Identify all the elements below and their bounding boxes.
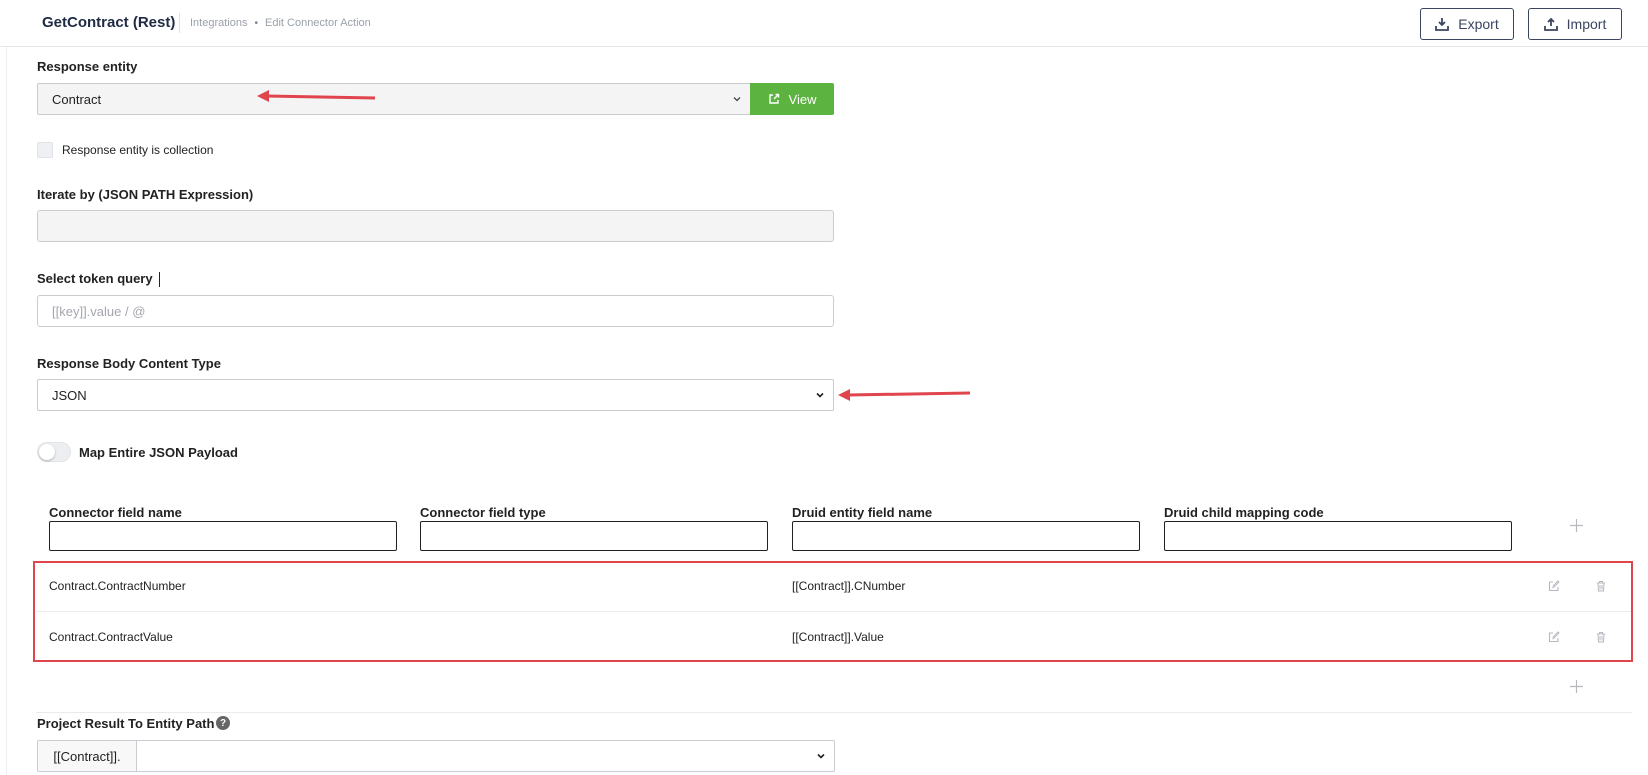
- iterate-by-input[interactable]: [37, 210, 834, 242]
- response-entity-label: Response entity: [37, 59, 138, 74]
- external-link-icon: [768, 93, 779, 104]
- page-header: GetContract (Rest) Integrations • Edit C…: [0, 0, 1648, 47]
- column-header-connector-field-type: Connector field type: [420, 505, 546, 520]
- toggle-knob: [39, 444, 55, 460]
- section-divider: [36, 712, 1632, 713]
- map-payload-label: Map Entire JSON Payload: [79, 445, 238, 460]
- import-label: Import: [1566, 16, 1607, 32]
- breadcrumb: Integrations • Edit Connector Action: [190, 17, 371, 29]
- filter-connector-field-type-input[interactable]: [420, 521, 768, 551]
- filter-druid-entity-field-name-input[interactable]: [792, 521, 1140, 551]
- title-divider: [179, 13, 180, 33]
- text-cursor: [159, 272, 161, 288]
- help-icon[interactable]: ?: [216, 716, 230, 730]
- map-payload-toggle[interactable]: [37, 442, 71, 462]
- response-entity-select[interactable]: Contract: [37, 83, 751, 115]
- content-type-value: JSON: [52, 387, 87, 403]
- page-title: GetContract (Rest): [42, 14, 176, 31]
- export-label: Export: [1458, 16, 1499, 32]
- collection-checkbox[interactable]: [37, 142, 53, 158]
- add-row-plus-icon[interactable]: [1570, 680, 1583, 693]
- breadcrumb-separator: •: [254, 17, 258, 29]
- content-left-border: [6, 47, 7, 775]
- response-entity-value: Contract: [52, 91, 102, 107]
- filter-druid-child-mapping-code-input[interactable]: [1164, 521, 1512, 551]
- breadcrumb-integrations[interactable]: Integrations: [190, 17, 247, 29]
- add-mapping-plus-icon[interactable]: [1570, 519, 1583, 532]
- column-header-connector-field-name: Connector field name: [49, 505, 182, 520]
- import-button[interactable]: Import: [1528, 8, 1622, 40]
- column-header-druid-entity-field-name: Druid entity field name: [792, 505, 933, 520]
- export-icon: [1435, 18, 1450, 31]
- view-label: View: [788, 91, 817, 107]
- collection-checkbox-label: Response entity is collection: [62, 143, 214, 157]
- chevron-down-icon: [817, 753, 825, 759]
- chevron-down-icon: [733, 97, 741, 102]
- token-query-label: Select token query: [37, 271, 161, 288]
- annotation-highlight-box: [33, 561, 1633, 662]
- import-icon: [1543, 17, 1558, 31]
- annotation-arrow-icon: [838, 389, 971, 401]
- iterate-by-label: Iterate by (JSON PATH Expression): [37, 187, 254, 202]
- filter-connector-field-name-input[interactable]: [49, 521, 397, 551]
- project-result-label: Project Result To Entity Path: [37, 716, 215, 731]
- view-entity-button[interactable]: View: [750, 83, 834, 115]
- token-query-input[interactable]: [[key]].value / @: [37, 295, 834, 327]
- breadcrumb-edit-connector-action: Edit Connector Action: [265, 17, 371, 29]
- chevron-down-icon: [816, 392, 824, 398]
- annotation-arrow-icon: [257, 90, 376, 102]
- export-button[interactable]: Export: [1420, 8, 1514, 40]
- project-result-select[interactable]: [136, 740, 835, 772]
- content-type-label: Response Body Content Type: [37, 356, 221, 371]
- content-type-select[interactable]: JSON: [37, 379, 834, 411]
- entity-path-prefix: [[Contract]].: [37, 740, 136, 772]
- token-query-placeholder: [[key]].value / @: [52, 303, 146, 319]
- column-header-druid-child-mapping-code: Druid child mapping code: [1164, 505, 1324, 520]
